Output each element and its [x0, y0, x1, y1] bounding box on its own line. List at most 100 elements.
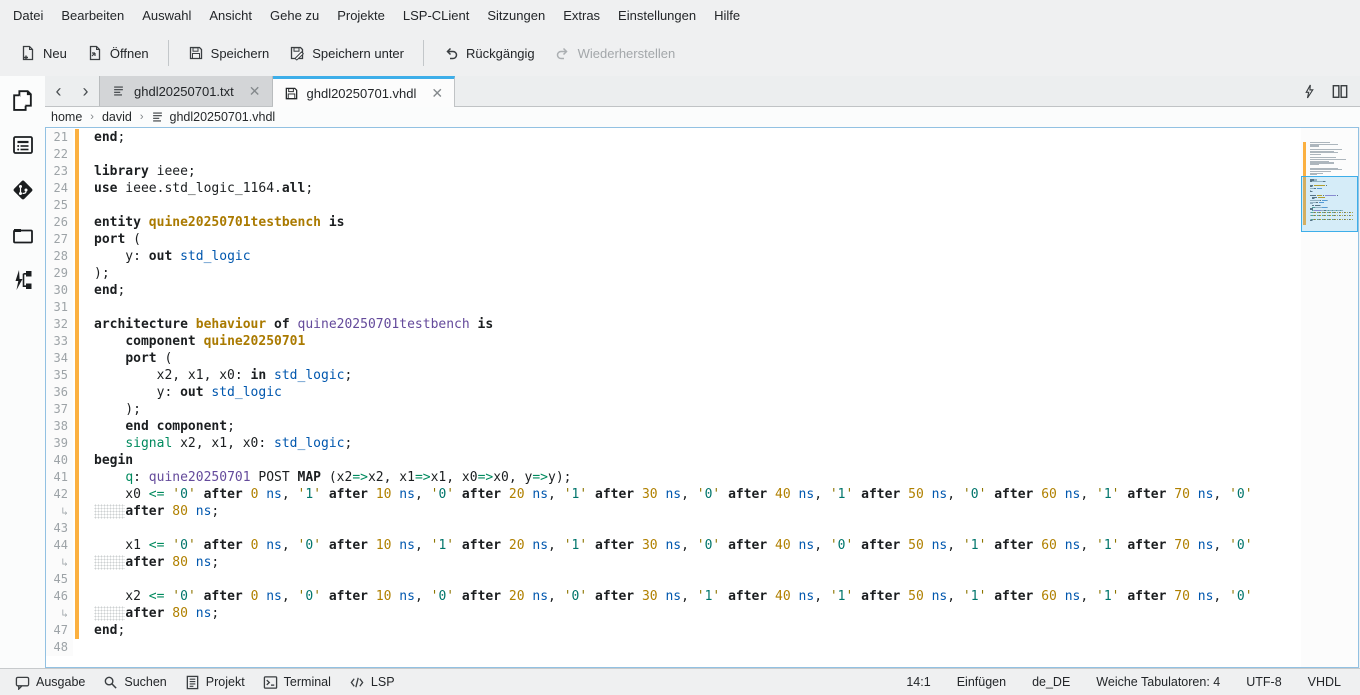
breadcrumb-file-label: ghdl20250701.vhdl: [170, 110, 276, 124]
code-line[interactable]: 32architecture behaviour of quine2025070…: [46, 316, 1301, 333]
code-line[interactable]: 48: [46, 639, 1301, 656]
menu-item-extras[interactable]: Extras: [554, 3, 609, 28]
project-button[interactable]: Projekt: [176, 672, 254, 693]
code-line[interactable]: 40begin: [46, 452, 1301, 469]
code-line[interactable]: 27port (: [46, 231, 1301, 248]
code-line[interactable]: 35 x2, x1, x0: in std_logic;: [46, 367, 1301, 384]
code-line[interactable]: 38 end component;: [46, 418, 1301, 435]
lsp-symbols-icon[interactable]: [10, 267, 36, 293]
code-line-text: end;: [79, 622, 125, 639]
encoding[interactable]: UTF-8: [1233, 675, 1294, 689]
open-button[interactable]: Öffnen: [77, 38, 159, 68]
cursor-position[interactable]: 14:1: [893, 675, 943, 689]
code-line[interactable]: 45: [46, 571, 1301, 588]
menu-item-ansicht[interactable]: Ansicht: [200, 3, 261, 28]
tab-back-button[interactable]: ‹: [45, 76, 72, 106]
code-token: after: [595, 538, 634, 553]
code-line[interactable]: 43: [46, 520, 1301, 537]
code-line[interactable]: 42 x0 <= '0' after 0 ns, '1' after 10 ns…: [46, 486, 1301, 503]
code-line[interactable]: 23library ieee;: [46, 163, 1301, 180]
insert-mode[interactable]: Einfügen: [944, 675, 1019, 689]
code-line[interactable]: 26entity quine20250701testbench is: [46, 214, 1301, 231]
breadcrumb-file[interactable]: ghdl20250701.vhdl: [150, 110, 276, 124]
tab-vhdl[interactable]: ghdl20250701.vhdl✕: [273, 76, 456, 107]
line-number: 25: [46, 197, 73, 214]
code-rows[interactable]: 21end;2223library ieee;24use ieee.std_lo…: [46, 128, 1301, 667]
save-as-button[interactable]: Speichern unter: [279, 38, 414, 68]
code-line[interactable]: 25: [46, 197, 1301, 214]
menu-item-gehe-zu[interactable]: Gehe zu: [261, 3, 328, 28]
code-line[interactable]: 41 q: quine20250701 POST MAP (x2=>x2, x1…: [46, 469, 1301, 486]
code-line[interactable]: 24use ieee.std_logic_1164.all;: [46, 180, 1301, 197]
code-line[interactable]: ↳ after 80 ns;: [46, 503, 1301, 520]
menu-item-auswahl[interactable]: Auswahl: [133, 3, 200, 28]
code-token: ': [697, 538, 705, 553]
line-number: 41: [46, 469, 73, 486]
code-line[interactable]: 36 y: out std_logic: [46, 384, 1301, 401]
menu-item-datei[interactable]: Datei: [4, 3, 52, 28]
minimap-viewport[interactable]: [1301, 176, 1358, 232]
code-line[interactable]: 21end;: [46, 129, 1301, 146]
code-line-text: after 80 ns;: [79, 503, 219, 520]
code-token: ': [172, 538, 180, 553]
code-line[interactable]: 30end;: [46, 282, 1301, 299]
documents-icon[interactable]: [10, 87, 36, 113]
code-line[interactable]: 39 signal x2, x1, x0: std_logic;: [46, 435, 1301, 452]
code-token: [266, 368, 274, 383]
code-token: [587, 538, 595, 553]
pin-tab-icon[interactable]: [1303, 84, 1316, 99]
code-line[interactable]: 33 component quine20250701: [46, 333, 1301, 350]
code-line[interactable]: 47end;: [46, 622, 1301, 639]
menu-item-projekte[interactable]: Projekte: [328, 3, 394, 28]
split-view-icon[interactable]: [1332, 84, 1348, 99]
document-save-as-icon: [289, 45, 305, 61]
menu-item-einstellungen[interactable]: Einstellungen: [609, 3, 705, 28]
code-line[interactable]: 29);: [46, 265, 1301, 282]
code-token: is: [329, 215, 345, 230]
dictionary[interactable]: de_DE: [1019, 675, 1083, 689]
syntax-mode[interactable]: VHDL: [1295, 675, 1354, 689]
menu-item-hilfe[interactable]: Hilfe: [705, 3, 749, 28]
code-line[interactable]: 22: [46, 146, 1301, 163]
code-line-text: use ieee.std_logic_1164.all;: [79, 180, 313, 197]
code-line[interactable]: 37 );: [46, 401, 1301, 418]
code-line[interactable]: 28 y: out std_logic: [46, 248, 1301, 265]
tab-settings[interactable]: Weiche Tabulatoren: 4: [1083, 675, 1233, 689]
minimap-scrollbar[interactable]: [1301, 128, 1358, 667]
line-number: 35: [46, 367, 73, 384]
code-line[interactable]: 46 x2 <= '0' after 0 ns, '0' after 10 ns…: [46, 588, 1301, 605]
code-line[interactable]: 31: [46, 299, 1301, 316]
menu-item-sitzungen[interactable]: Sitzungen: [478, 3, 554, 28]
search-button[interactable]: Suchen: [94, 672, 175, 693]
code-token: ': [313, 589, 321, 604]
lsp-button[interactable]: LSP: [340, 672, 404, 693]
filesystem-icon[interactable]: [10, 222, 36, 248]
code-token: [454, 589, 462, 604]
menu-item-bearbeiten[interactable]: Bearbeiten: [52, 3, 133, 28]
code-line[interactable]: 44 x1 <= '0' after 0 ns, '0' after 10 ns…: [46, 537, 1301, 554]
terminal-button[interactable]: Terminal: [254, 672, 340, 693]
save-button[interactable]: Speichern: [178, 38, 280, 68]
code-token: 40: [775, 589, 791, 604]
breadcrumb-segment-david[interactable]: david: [100, 110, 134, 124]
code-token: ;: [344, 436, 352, 451]
code-line[interactable]: ↳ after 80 ns;: [46, 554, 1301, 571]
breadcrumb-segment-home[interactable]: home: [49, 110, 84, 124]
new-button[interactable]: Neu: [10, 38, 77, 68]
output-button[interactable]: Ausgabe: [6, 672, 94, 693]
redo-button[interactable]: Wiederherstellen: [545, 38, 686, 68]
symbol-list-icon[interactable]: [10, 132, 36, 158]
undo-button[interactable]: Rückgängig: [433, 38, 545, 68]
code-token: after: [329, 487, 368, 502]
code-line[interactable]: 34 port (: [46, 350, 1301, 367]
code-token: 30: [642, 589, 658, 604]
code-line[interactable]: ↳ after 80 ns;: [46, 605, 1301, 622]
tab-txt-close-icon[interactable]: ✕: [249, 84, 261, 98]
tab-vhdl-close-icon[interactable]: ✕: [431, 86, 443, 100]
git-icon[interactable]: [10, 177, 36, 203]
menu-item-lsp-client[interactable]: LSP-CLient: [394, 3, 478, 28]
tab-forward-button[interactable]: ›: [72, 76, 99, 106]
code-token: out: [180, 385, 203, 400]
tab-txt[interactable]: ghdl20250701.txt✕: [99, 76, 273, 106]
code-line-text: );: [79, 265, 110, 282]
